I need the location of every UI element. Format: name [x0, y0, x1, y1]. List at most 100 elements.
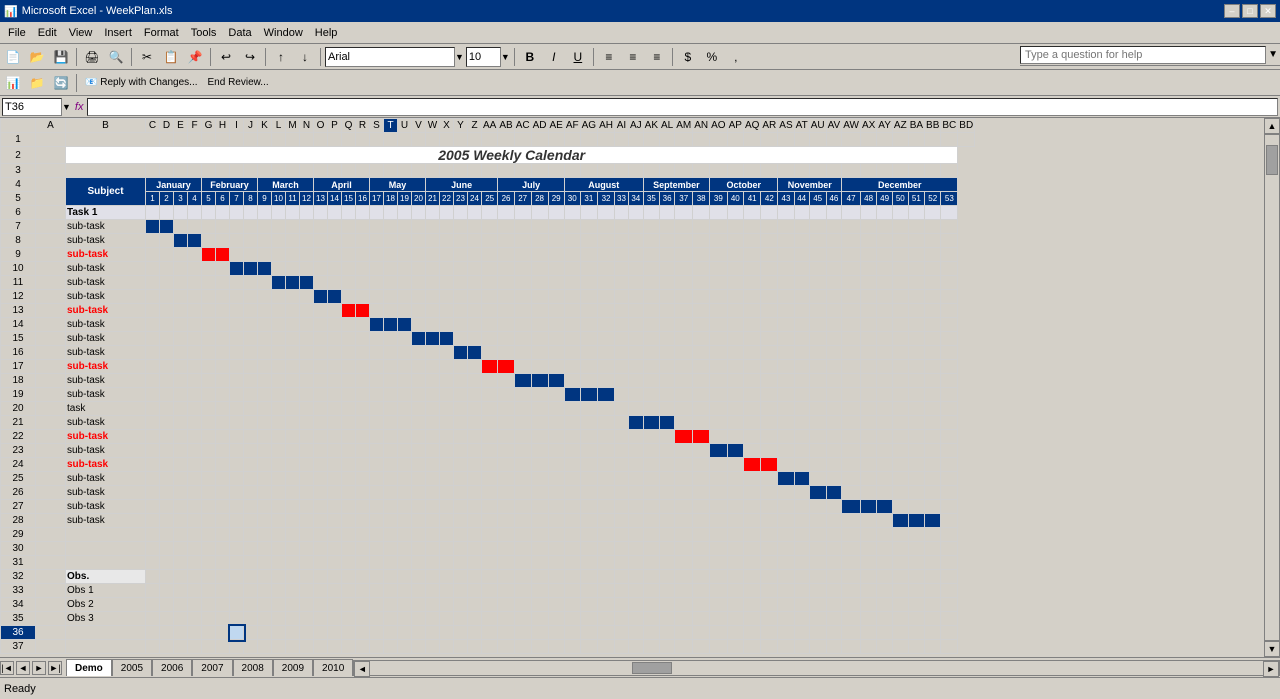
empty-cell[interactable]: [188, 640, 202, 654]
week-cell[interactable]: [300, 262, 314, 276]
menu-edit[interactable]: Edit: [32, 25, 63, 41]
week-cell[interactable]: [598, 332, 615, 346]
week-cell[interactable]: [412, 318, 426, 332]
week-cell[interactable]: [160, 262, 174, 276]
obs-cell[interactable]: [356, 598, 370, 612]
week-cell[interactable]: [548, 332, 564, 346]
empty-cell[interactable]: [426, 133, 440, 147]
obs-cell[interactable]: [660, 598, 675, 612]
task-cell[interactable]: [314, 206, 328, 220]
empty-cell[interactable]: [761, 164, 778, 178]
week-cell[interactable]: [300, 402, 314, 416]
week-cell[interactable]: [146, 626, 160, 640]
week-cell[interactable]: [328, 416, 342, 430]
obs-cell[interactable]: [454, 598, 468, 612]
col-AQ[interactable]: AQ: [743, 119, 760, 133]
week-cell[interactable]: [426, 262, 440, 276]
week-cell[interactable]: [826, 374, 842, 388]
week-cell[interactable]: [244, 318, 258, 332]
empty-cell[interactable]: [908, 164, 924, 178]
week-cell[interactable]: [693, 220, 710, 234]
empty-cell[interactable]: [643, 164, 659, 178]
empty-cell[interactable]: [286, 528, 300, 542]
empty-cell[interactable]: [286, 164, 300, 178]
week-cell[interactable]: [398, 318, 412, 332]
week-cell[interactable]: [174, 332, 188, 346]
week-cell[interactable]: [693, 234, 710, 248]
week-cell[interactable]: [675, 374, 693, 388]
week-cell[interactable]: [356, 304, 370, 318]
obs-cell[interactable]: [628, 584, 643, 598]
week-cell[interactable]: [230, 220, 244, 234]
empty-cell[interactable]: [564, 542, 580, 556]
empty-cell[interactable]: [941, 640, 958, 654]
week-cell[interactable]: [174, 430, 188, 444]
week-cell[interactable]: [628, 626, 643, 640]
week-cell[interactable]: [188, 374, 202, 388]
week-cell[interactable]: [598, 514, 615, 528]
empty-cell[interactable]: [860, 570, 876, 584]
week-cell[interactable]: [498, 500, 514, 514]
empty-cell[interactable]: [842, 542, 861, 556]
empty-cell[interactable]: [244, 570, 258, 584]
empty-cell[interactable]: [628, 570, 643, 584]
week-cell[interactable]: [514, 234, 531, 248]
task-cell[interactable]: [230, 206, 244, 220]
cell-A32[interactable]: [36, 570, 66, 584]
week-cell[interactable]: [614, 290, 628, 304]
empty-cell[interactable]: [286, 133, 300, 147]
week-cell[interactable]: [258, 332, 272, 346]
week-cell[interactable]: [660, 346, 675, 360]
week-cell[interactable]: [842, 276, 861, 290]
week-cell[interactable]: [514, 430, 531, 444]
week-cell[interactable]: [426, 472, 440, 486]
week-cell[interactable]: [498, 290, 514, 304]
week-cell[interactable]: [660, 374, 675, 388]
week-cell[interactable]: [727, 444, 743, 458]
task-cell[interactable]: [727, 206, 743, 220]
empty-cell[interactable]: [809, 640, 826, 654]
week-cell[interactable]: [710, 626, 727, 640]
task-cell[interactable]: [548, 206, 564, 220]
week-cell[interactable]: [941, 500, 958, 514]
week-cell[interactable]: [174, 486, 188, 500]
week-cell[interactable]: [216, 276, 230, 290]
obs-cell[interactable]: [514, 584, 531, 598]
empty-cell[interactable]: [356, 133, 370, 147]
week-cell[interactable]: [809, 276, 826, 290]
week-cell[interactable]: [743, 262, 760, 276]
week-cell[interactable]: [660, 290, 675, 304]
empty-cell[interactable]: [580, 556, 597, 570]
empty-cell[interactable]: [531, 133, 548, 147]
cell-A3[interactable]: [36, 164, 66, 178]
empty-cell[interactable]: [710, 570, 727, 584]
week-cell[interactable]: [580, 416, 597, 430]
week-cell[interactable]: [614, 304, 628, 318]
week-cell[interactable]: [675, 486, 693, 500]
empty-cell[interactable]: [809, 133, 826, 147]
week-cell[interactable]: [743, 626, 760, 640]
empty-cell[interactable]: [230, 640, 244, 654]
week-cell[interactable]: [727, 416, 743, 430]
obs-cell[interactable]: [778, 612, 794, 626]
week-cell[interactable]: [710, 374, 727, 388]
empty-cell[interactable]: [564, 570, 580, 584]
week-cell[interactable]: [826, 304, 842, 318]
redo-button[interactable]: ↪: [239, 46, 261, 68]
week-cell[interactable]: [328, 374, 342, 388]
obs-cell[interactable]: [778, 584, 794, 598]
week-cell[interactable]: [188, 304, 202, 318]
week-cell[interactable]: [230, 374, 244, 388]
empty-cell[interactable]: [328, 570, 342, 584]
week-cell[interactable]: [628, 248, 643, 262]
week-cell[interactable]: [454, 290, 468, 304]
week-cell[interactable]: [300, 248, 314, 262]
empty-cell[interactable]: [614, 528, 628, 542]
empty-cell[interactable]: [892, 164, 908, 178]
obs-cell[interactable]: [908, 612, 924, 626]
obs-cell[interactable]: [693, 612, 710, 626]
week-cell[interactable]: [778, 332, 794, 346]
week-cell[interactable]: [564, 416, 580, 430]
week-cell[interactable]: [809, 318, 826, 332]
col-N[interactable]: N: [300, 119, 314, 133]
